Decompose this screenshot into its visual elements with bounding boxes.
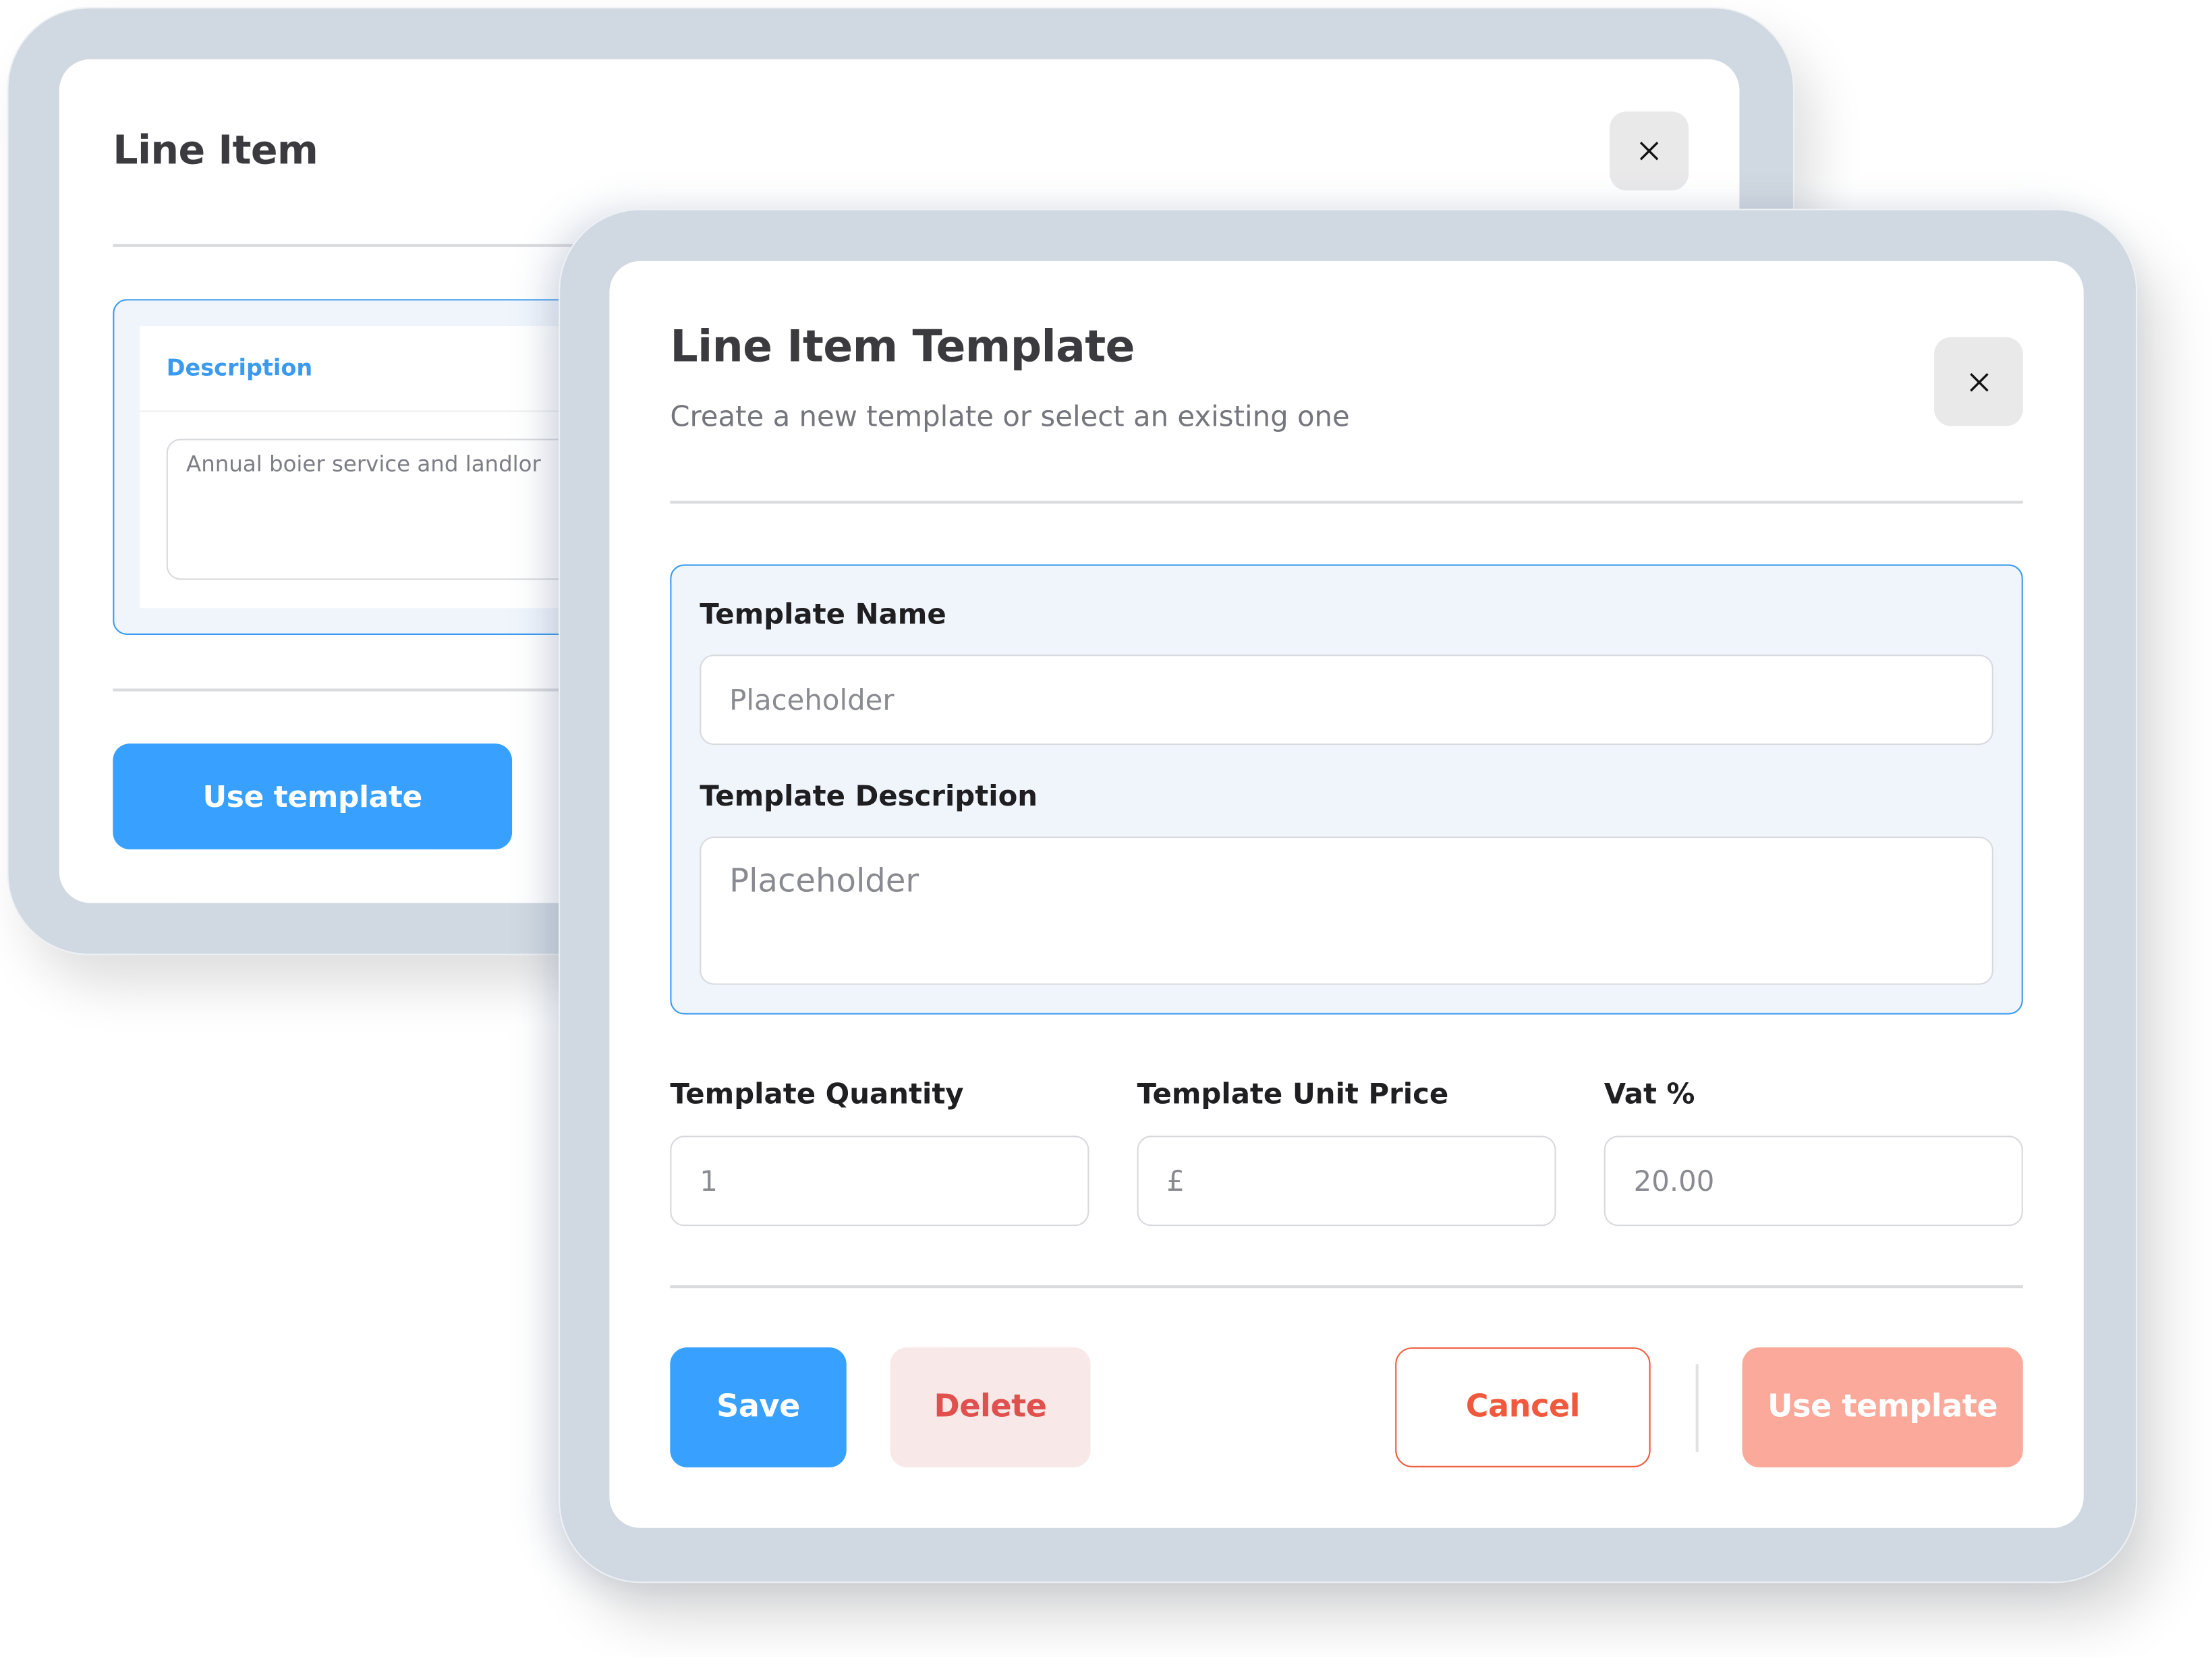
quantity-input[interactable]: 1 bbox=[670, 1135, 1089, 1227]
footer-separator bbox=[1695, 1364, 1698, 1452]
cancel-button[interactable]: Cancel bbox=[1395, 1347, 1651, 1467]
use-template-button[interactable]: Use template bbox=[1742, 1347, 2023, 1467]
front-footer-divider bbox=[670, 1285, 2023, 1288]
front-modal-subtitle: Create a new template or select an exist… bbox=[670, 399, 1350, 433]
quantity-label: Template Quantity bbox=[670, 1076, 964, 1111]
front-modal-title: Line Item Template bbox=[670, 321, 1135, 373]
back-modal-title: Line Item bbox=[113, 127, 318, 174]
template-section: Template Name Placeholder Template Descr… bbox=[670, 564, 2023, 1015]
template-name-input[interactable]: Placeholder bbox=[700, 654, 1993, 746]
close-icon bbox=[1969, 372, 1988, 391]
vat-input[interactable]: 20.00 bbox=[1604, 1135, 2023, 1227]
vat-label: Vat % bbox=[1604, 1076, 1695, 1111]
delete-button[interactable]: Delete bbox=[890, 1347, 1091, 1467]
stage: Line Item Description Annual boier servi… bbox=[0, 0, 2212, 1656]
save-button[interactable]: Save bbox=[670, 1347, 847, 1467]
back-description-label: Description bbox=[166, 354, 313, 381]
close-icon bbox=[1639, 142, 1659, 161]
front-close-button[interactable] bbox=[1934, 337, 2023, 426]
template-description-input[interactable]: Placeholder bbox=[700, 837, 1993, 985]
template-description-label: Template Description bbox=[700, 779, 1038, 813]
front-modal: Line Item Template Create a new template… bbox=[609, 260, 2084, 1528]
back-use-template-button[interactable]: Use template bbox=[113, 743, 513, 849]
unit-price-input[interactable]: £ bbox=[1137, 1135, 1556, 1227]
template-name-label: Template Name bbox=[700, 596, 946, 631]
front-header-divider bbox=[670, 501, 2023, 503]
back-close-button[interactable] bbox=[1610, 111, 1689, 191]
unit-price-label: Template Unit Price bbox=[1137, 1076, 1449, 1111]
